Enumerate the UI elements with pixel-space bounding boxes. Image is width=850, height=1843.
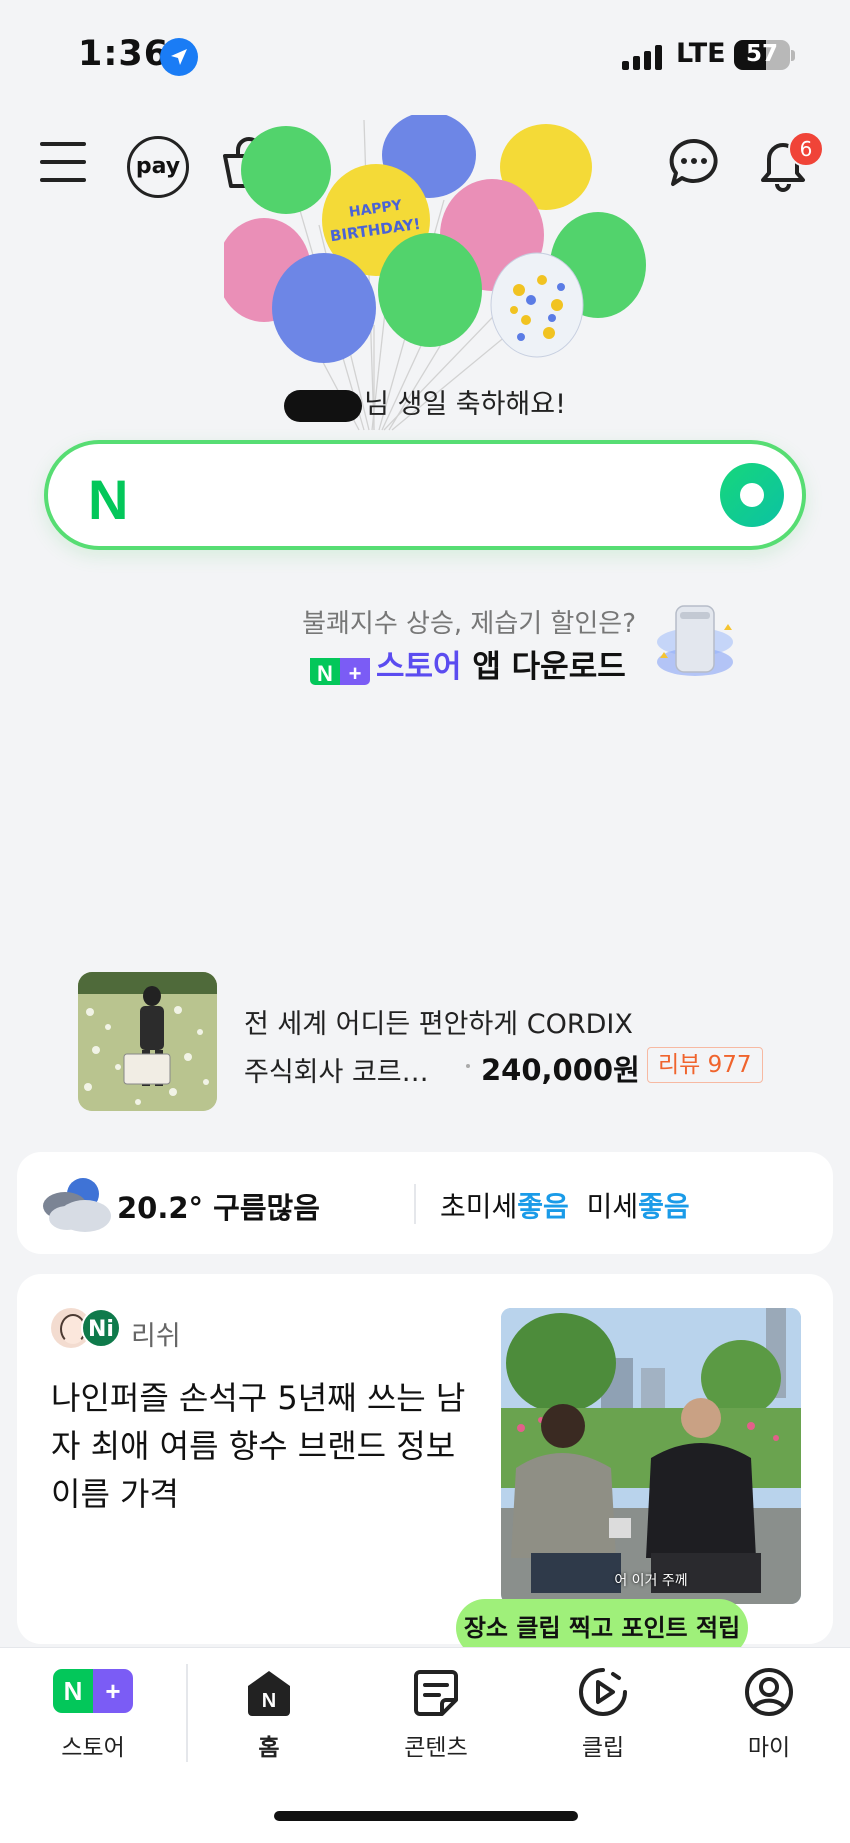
store-logo-n: N [53, 1669, 93, 1713]
partly-cloudy-icon [43, 1178, 111, 1232]
dehumidifier-icon [657, 605, 733, 676]
battery-level: 57 [745, 41, 778, 67]
badge-n: N [310, 657, 340, 685]
tab-divider [186, 1664, 188, 1762]
network-type: LTE [676, 38, 726, 69]
separator-dot [466, 1064, 470, 1068]
clip-play-icon [543, 1664, 663, 1718]
video-subtitle: 어 이거 주께 [614, 1573, 688, 1589]
home-indicator [274, 1811, 578, 1821]
home-icon-letter: N [262, 1690, 276, 1712]
naver-plus-badge: N + [310, 653, 370, 685]
store-logo-plus: + [93, 1669, 133, 1713]
birthday-message: 님 생일 축하해요! [0, 382, 850, 422]
tab-contents[interactable]: 콘텐츠 [376, 1664, 496, 1762]
tab-my-label: 마이 [747, 1735, 791, 1761]
content-title[interactable]: 나인퍼즐 손석구 5년째 쓰는 남자 최애 여름 향수 브랜드 정보 이름 가격 [51, 1374, 491, 1518]
weather-summary: 20.2° 구름많음 [117, 1185, 320, 1227]
redacted-name [284, 389, 363, 422]
status-bar: 1:36 LTE 57 [0, 0, 850, 110]
pay-icon[interactable]: pay [127, 136, 189, 198]
tab-my[interactable]: 마이 [709, 1664, 829, 1762]
search-box[interactable]: N [44, 440, 806, 550]
menu-icon[interactable] [40, 142, 86, 182]
temperature: 20.2° [117, 1191, 204, 1225]
air-quality: 초미세좋음 미세좋음 [440, 1185, 690, 1225]
badge-plus: + [340, 657, 370, 685]
status-time: 1:36 [78, 34, 170, 74]
content-thumbnail[interactable]: 어 이거 주께 [501, 1308, 801, 1604]
naver-logo: N [88, 468, 129, 531]
sponsored-product[interactable]: 전 세계 어디든 편안하게 CORDIX 주식회사 코르… 240,000원 리… [78, 972, 778, 1112]
weather-card[interactable]: 20.2° 구름많음 초미세좋음 미세좋음 [17, 1152, 833, 1254]
tab-home-label: 홈 [258, 1735, 280, 1761]
notification-badge: 6 [788, 131, 824, 167]
tab-home[interactable]: N 홈 [209, 1664, 329, 1762]
promo-store-text: 스토어 [376, 649, 462, 685]
ultrafine-dust-value: 좋음 [517, 1190, 569, 1223]
battery-tip [791, 50, 795, 61]
location-arrow-icon [160, 38, 198, 76]
product-thumbnail[interactable] [78, 972, 217, 1111]
search-input[interactable] [178, 470, 702, 522]
ultrafine-dust-label: 초미세 [440, 1190, 518, 1223]
fine-dust-value: 좋음 [638, 1190, 690, 1223]
product-title[interactable]: 전 세계 어디든 편안하게 CORDIX [244, 1002, 633, 1041]
profile-icon [709, 1664, 829, 1718]
author-channel-badge: Ni [81, 1308, 121, 1348]
naver-plus-store-icon: N + [33, 1664, 153, 1718]
tab-contents-label: 콘텐츠 [404, 1735, 468, 1761]
battery-icon: 57 [734, 40, 790, 70]
tab-store[interactable]: N + 스토어 [33, 1664, 153, 1762]
promo-subtitle[interactable]: 불쾌지수 상승, 제습기 할인은? [296, 603, 636, 640]
fine-dust-label: 미세 [586, 1190, 639, 1223]
promo-banner[interactable]: N + 스토어 앱 다운로드 [310, 641, 626, 685]
promo-download-text: 앱 다운로드 [461, 649, 626, 685]
content-card[interactable]: Ni 리쉬 나인퍼즐 손석구 5년째 쓰는 남자 최애 여름 향수 브랜드 정보… [17, 1274, 833, 1644]
tab-store-label: 스토어 [61, 1735, 125, 1761]
home-icon: N [209, 1664, 329, 1718]
signal-icon [622, 44, 664, 70]
divider [414, 1184, 416, 1224]
chat-icon[interactable] [668, 137, 720, 193]
product-seller: 주식회사 코르… [244, 1057, 429, 1088]
weather-condition: 구름많음 [213, 1191, 320, 1225]
tab-clip-label: 클립 [581, 1735, 625, 1761]
tab-clip[interactable]: 클립 [543, 1664, 663, 1762]
search-button[interactable] [720, 463, 784, 527]
product-price: 240,000원 [481, 1053, 640, 1087]
contents-icon [376, 1664, 496, 1718]
review-badge: 리뷰 977 [647, 1047, 763, 1083]
author-name[interactable]: 리쉬 [131, 1314, 181, 1353]
birthday-message-text: 님 생일 축하해요! [364, 389, 566, 420]
